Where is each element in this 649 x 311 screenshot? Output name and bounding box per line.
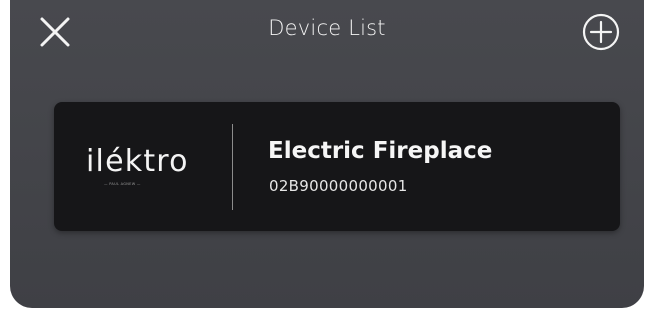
device-card[interactable]: iléktro — PAUL AGNEW — Electric Fireplac… (54, 102, 620, 231)
brand-name-part: ilék (86, 144, 144, 179)
device-list-screen: Device List iléktro — PAUL AGNEW — Elect… (10, 0, 644, 308)
plus-circle-icon (582, 13, 620, 51)
brand-name: iléktro (86, 144, 189, 179)
brand-tagline: — PAUL AGNEW — (104, 182, 141, 186)
device-id: 02B90000000001 (269, 177, 408, 195)
add-device-button[interactable] (581, 12, 621, 52)
card-divider (232, 124, 233, 210)
page-title: Device List (268, 16, 386, 40)
brand-name-suffix: tro (143, 144, 189, 179)
device-name: Electric Fireplace (268, 138, 493, 164)
brand-logo: iléktro — PAUL AGNEW — (86, 144, 216, 192)
